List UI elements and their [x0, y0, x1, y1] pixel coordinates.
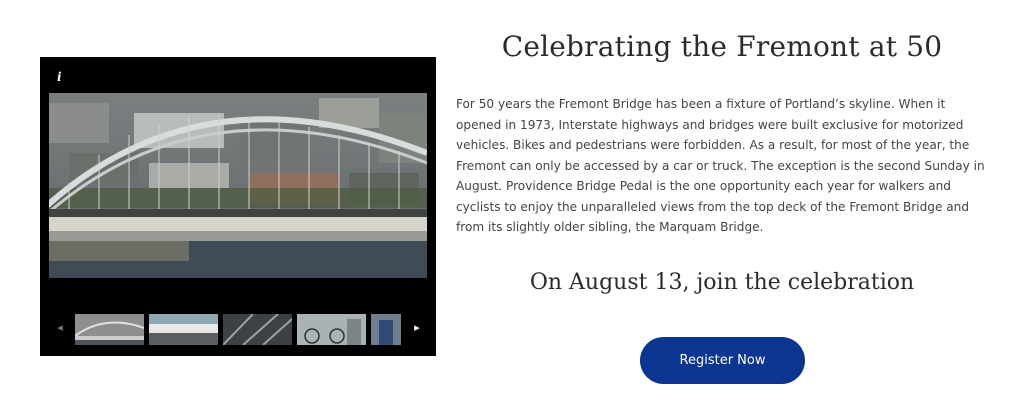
chevron-right-icon[interactable]: ▸	[411, 321, 423, 334]
page-title: Celebrating the Fremont at 50	[501, 30, 943, 63]
info-icon[interactable]: i	[57, 70, 62, 84]
thumbnail-cyclist-rider[interactable]	[371, 314, 401, 345]
thumbnail-cyclist-crowd[interactable]	[297, 314, 366, 345]
thumbnail-strip: ◂ ▸	[40, 311, 436, 347]
main-photo[interactable]	[49, 93, 427, 278]
event-subtitle: On August 13, join the celebration	[529, 270, 915, 295]
register-now-button[interactable]: Register Now	[640, 337, 805, 384]
thumbnail-bridge-aerial[interactable]	[75, 314, 144, 345]
thumbnail-bridge-pedal-banner[interactable]	[149, 314, 218, 345]
chevron-left-icon[interactable]: ◂	[54, 321, 66, 334]
thumbnail-bridge-truss[interactable]	[223, 314, 292, 345]
intro-paragraph: For 50 years the Fremont Bridge has been…	[456, 97, 985, 234]
photo-gallery: i ◂ ▸	[40, 57, 436, 356]
